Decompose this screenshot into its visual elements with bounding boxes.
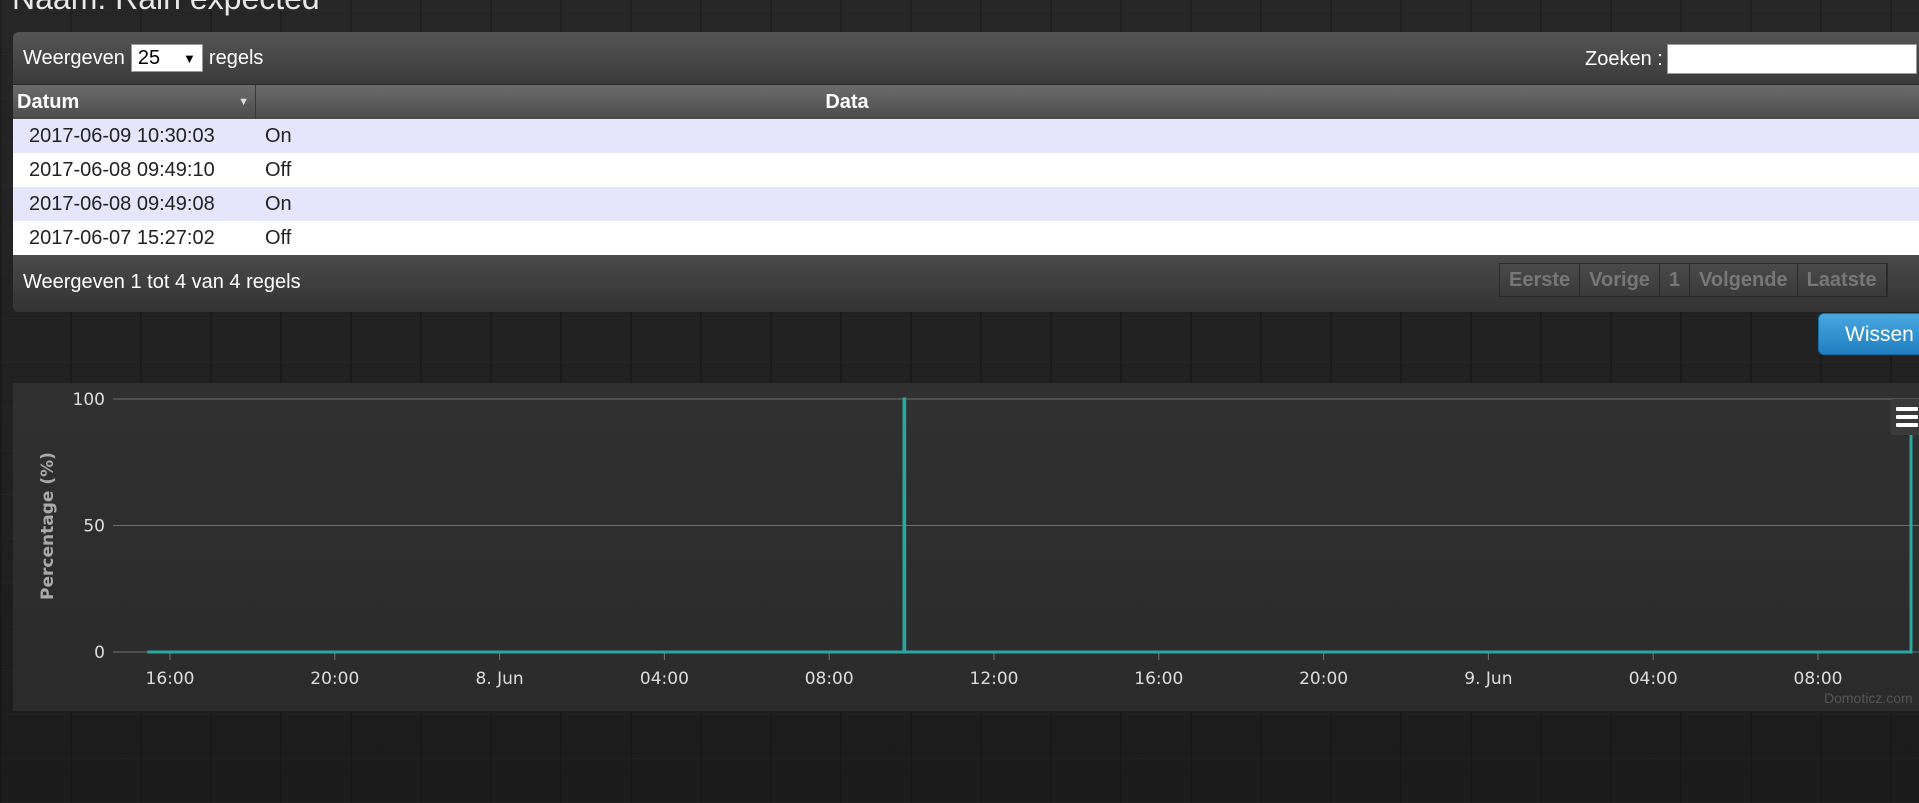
column-header-data[interactable]: Data — [257, 85, 1437, 119]
column-header-label: Data — [825, 91, 869, 113]
column-header-label: Datum — [17, 91, 80, 113]
cell-datum: 2017-06-09 10:30:03 — [29, 125, 215, 147]
x-tick-label: 04:00 — [1629, 669, 1678, 689]
page-length-select[interactable]: 25 ▼ — [130, 44, 203, 72]
cell-datum: 2017-06-07 15:27:02 — [29, 227, 215, 249]
column-header-datum[interactable]: Datum ▼ — [17, 85, 256, 119]
cell-datum: 2017-06-08 09:49:10 — [29, 159, 215, 181]
x-tick-label: 20:00 — [1299, 669, 1348, 689]
table-row[interactable]: 2017-06-08 09:49:08 On — [13, 187, 1919, 221]
table-header: Datum ▼ Data — [13, 84, 1919, 120]
chart-panel: 0 50 100 Percentage (%) 16:00 20:00 8. Jun 04:0… — [13, 383, 1919, 711]
search-control: Zoeken : — [1585, 44, 1917, 74]
pagination-page-button[interactable]: 1 — [1659, 264, 1691, 296]
y-tick-label: 100 — [73, 390, 105, 410]
x-tick-label: 8. Jun — [476, 669, 524, 689]
x-tick-label: 08:00 — [1794, 669, 1843, 689]
data-table-panel: Weergeven 25 ▼ regels Zoeken : Datum ▼ D… — [13, 32, 1919, 312]
chart-credits[interactable]: Domoticz.com — [1824, 690, 1913, 706]
page-length-control: Weergeven 25 ▼ regels — [23, 44, 263, 72]
pagination-next-button[interactable]: Volgende — [1690, 264, 1798, 296]
page-length-prefix: Weergeven — [23, 46, 125, 69]
page-title: Naam: Rain expected — [12, 0, 320, 17]
page-length-suffix: regels — [208, 46, 264, 69]
pagination: Eerste Vorige 1 Volgende Laatste — [1499, 263, 1888, 297]
cell-data: Off — [265, 227, 292, 249]
hamburger-icon — [1896, 423, 1918, 427]
y-tick-label: 50 — [83, 517, 105, 537]
y-axis-title: Percentage (%) — [38, 452, 58, 600]
x-tick-label: 9. Jun — [1464, 669, 1512, 689]
table-body: 2017-06-09 10:30:03 On 2017-06-08 09:49:… — [13, 119, 1919, 255]
clear-log-button[interactable]: Wissen — [1818, 313, 1919, 355]
x-tick-label: 12:00 — [970, 669, 1019, 689]
pagination-first-button[interactable]: Eerste — [1500, 264, 1581, 296]
page-length-value: 25 — [137, 46, 161, 69]
sort-desc-icon: ▼ — [238, 96, 249, 108]
cell-datum: 2017-06-08 09:49:08 — [29, 193, 215, 215]
table-row[interactable]: 2017-06-07 15:27:02 Off — [13, 221, 1919, 255]
hamburger-icon — [1896, 415, 1918, 419]
x-tick-label: 04:00 — [640, 669, 689, 689]
chevron-down-icon: ▼ — [183, 50, 196, 66]
table-row[interactable]: 2017-06-08 09:49:10 Off — [13, 153, 1919, 187]
pagination-previous-button[interactable]: Vorige — [1580, 264, 1660, 296]
x-tick-label: 16:00 — [1134, 669, 1183, 689]
chart-menu-button[interactable] — [1890, 399, 1919, 435]
x-tick-label: 08:00 — [805, 669, 854, 689]
search-input[interactable] — [1666, 44, 1917, 74]
x-tick-label: 20:00 — [310, 669, 359, 689]
search-label: Zoeken : — [1585, 47, 1663, 70]
x-tick-label: 16:00 — [146, 669, 195, 689]
cell-data: Off — [265, 159, 292, 181]
percentage-chart: 0 50 100 Percentage (%) 16:00 20:00 8. Jun 04:0… — [38, 390, 1919, 689]
table-row[interactable]: 2017-06-09 10:30:03 On — [13, 119, 1919, 153]
table-info: Weergeven 1 tot 4 van 4 regels — [23, 271, 301, 293]
pagination-last-button[interactable]: Laatste — [1797, 264, 1887, 296]
cell-data: On — [265, 125, 292, 147]
table-toolbar: Weergeven 25 ▼ regels Zoeken : — [13, 32, 1919, 84]
cell-data: On — [265, 193, 292, 215]
y-tick-label: 0 — [94, 643, 105, 663]
table-footer: Weergeven 1 tot 4 van 4 regels Eerste Vo… — [13, 255, 1919, 312]
hamburger-icon — [1896, 407, 1918, 411]
